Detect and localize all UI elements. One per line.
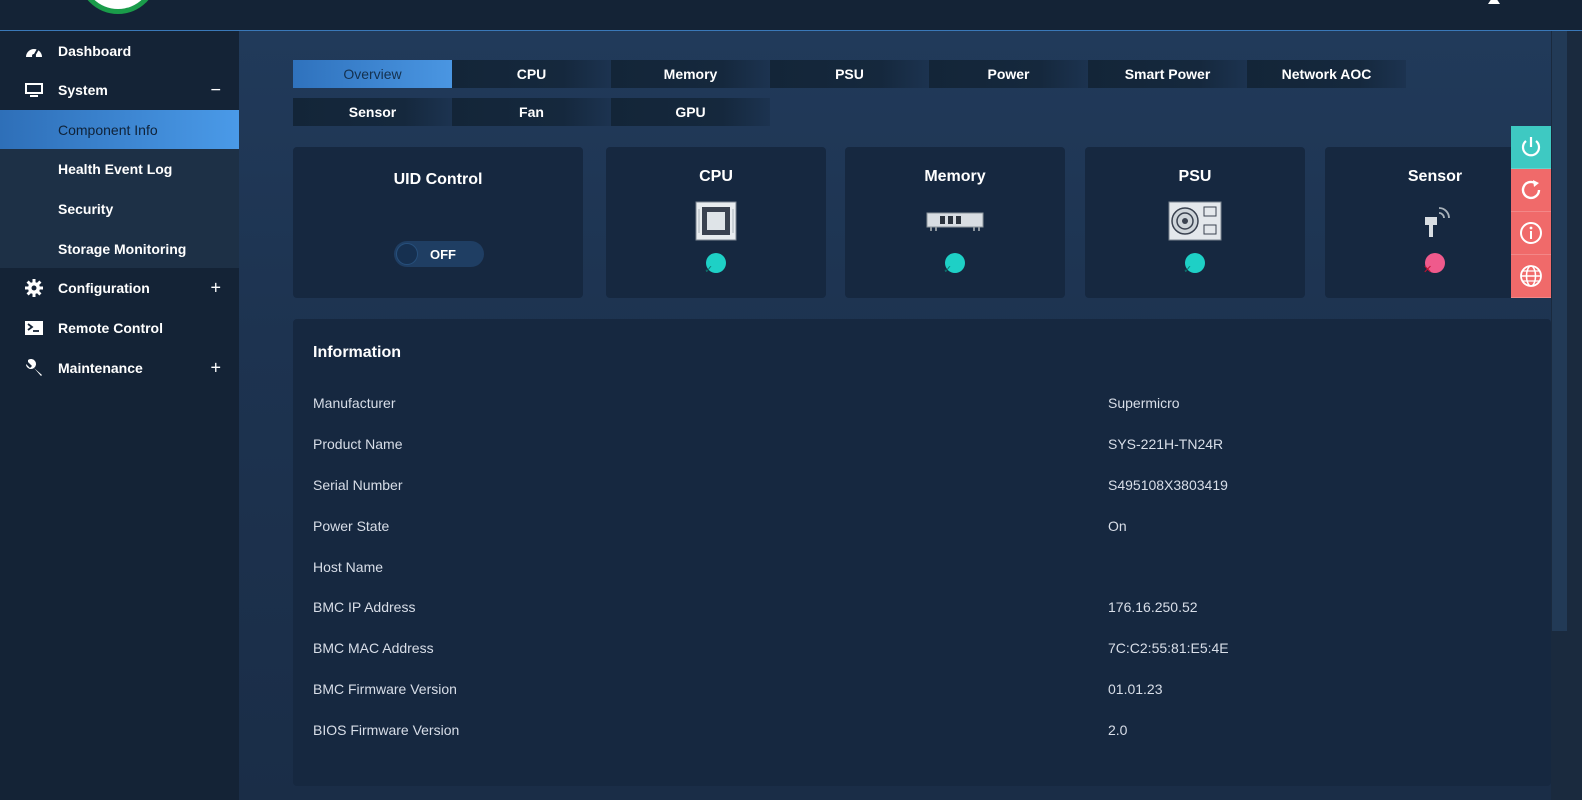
memory-module-icon: [926, 200, 984, 242]
info-key: BMC IP Address: [313, 599, 416, 615]
sidebar-item-storage-monitoring[interactable]: Storage Monitoring: [0, 229, 239, 269]
sidebar-item-configuration[interactable]: Configuration +: [0, 268, 239, 308]
sidebar-item-label: Configuration: [58, 280, 150, 297]
toggle-knob: [396, 243, 418, 265]
info-row-bmc-ip-address: BMC IP Address 176.16.250.52: [313, 599, 1533, 619]
tab-fan[interactable]: Fan: [452, 98, 611, 126]
tab-gpu[interactable]: GPU: [611, 98, 770, 126]
power-supply-icon: [1168, 200, 1222, 242]
refresh-icon: [1521, 180, 1541, 200]
quick-actions: [1511, 126, 1551, 298]
sidebar-item-component-info[interactable]: Component Info: [0, 109, 239, 150]
uid-state-label: OFF: [430, 247, 456, 262]
info-row-bios-firmware-version: BIOS Firmware Version 2.0: [313, 722, 1533, 742]
info-key: BMC Firmware Version: [313, 681, 457, 697]
sidebar-item-label: Maintenance: [58, 359, 143, 376]
info-row-host-name: Host Name: [313, 559, 1533, 579]
scrollbar-thumb[interactable]: [1552, 31, 1567, 631]
language-button[interactable]: [1511, 255, 1551, 298]
expand-icon[interactable]: +: [210, 357, 221, 378]
tab-cpu[interactable]: CPU: [452, 60, 611, 88]
panel-title: Information: [313, 344, 401, 361]
sidebar-item-security[interactable]: Security: [0, 189, 239, 229]
collapse-icon[interactable]: −: [210, 79, 221, 100]
info-button[interactable]: [1511, 212, 1551, 255]
sensor-icon: [1417, 200, 1453, 242]
cpu-chip-icon: [695, 200, 737, 242]
tab-memory[interactable]: Memory: [611, 60, 770, 88]
memory-card[interactable]: Memory ✓: [845, 147, 1065, 298]
info-row-power-state: Power State On: [313, 518, 1533, 538]
tab-power[interactable]: Power: [929, 60, 1088, 88]
expand-icon[interactable]: +: [210, 278, 221, 299]
info-key: Product Name: [313, 436, 403, 452]
card-title: CPU: [699, 168, 733, 185]
sidebar-item-label: Dashboard: [58, 42, 132, 59]
info-row-bmc-mac-address: BMC MAC Address 7C:C2:55:81:E5:4E: [313, 640, 1533, 660]
component-tabs: Overview CPU Memory PSU Power Smart Powe…: [293, 60, 1406, 136]
terminal-icon: [24, 318, 44, 338]
card-title: Memory: [924, 168, 986, 185]
info-value: Supermicro: [1108, 395, 1180, 411]
cpu-card[interactable]: CPU ✓: [606, 147, 826, 298]
power-icon: [1521, 137, 1541, 157]
user-icon[interactable]: [1487, 0, 1501, 4]
info-value: SYS-221H-TN24R: [1108, 436, 1224, 452]
info-value: 176.16.250.52: [1108, 599, 1198, 615]
gear-icon: [24, 278, 44, 298]
info-value: 01.01.23: [1108, 681, 1163, 697]
info-row-product-name: Product Name SYS-221H-TN24R: [313, 436, 1533, 456]
main-content: Overview CPU Memory PSU Power Smart Powe…: [239, 31, 1551, 800]
system-submenu: Component Info Health Event Log Security…: [0, 109, 239, 269]
info-value: 2.0: [1108, 722, 1128, 738]
info-key: Host Name: [313, 559, 384, 575]
sidebar-item-label: System: [58, 81, 108, 98]
wrench-icon: [24, 358, 44, 378]
sidebar-item-dashboard[interactable]: Dashboard: [0, 31, 239, 70]
power-button[interactable]: [1511, 126, 1551, 169]
info-icon: [1520, 222, 1542, 244]
info-key: BMC MAC Address: [313, 640, 434, 656]
psu-card[interactable]: PSU ✓: [1085, 147, 1305, 298]
tab-overview[interactable]: Overview: [293, 60, 452, 88]
info-row-serial-number: Serial Number S495108X3803419: [313, 477, 1533, 497]
status-ok-indicator: ✓: [704, 253, 726, 276]
info-row-bmc-firmware-version: BMC Firmware Version 01.01.23: [313, 681, 1533, 701]
uid-control-card: UID Control OFF: [293, 147, 583, 298]
tab-sensor[interactable]: Sensor: [293, 98, 452, 126]
status-ok-indicator: ✓: [1183, 253, 1205, 276]
uid-toggle[interactable]: OFF: [394, 241, 484, 267]
sidebar-item-maintenance[interactable]: Maintenance +: [0, 348, 239, 388]
info-key: Power State: [313, 518, 390, 534]
sidebar-item-remote-control[interactable]: Remote Control: [0, 308, 239, 348]
status-ok-indicator: ✓: [943, 253, 965, 276]
info-value: On: [1108, 518, 1127, 534]
info-key: Manufacturer: [313, 395, 396, 411]
information-panel: Information Manufacturer Supermicro Prod…: [293, 319, 1551, 786]
sidebar-item-system[interactable]: System −: [0, 70, 239, 110]
card-title: UID Control: [393, 171, 483, 188]
sidebar-item-health-event-log[interactable]: Health Event Log: [0, 149, 239, 189]
sidebar: Dashboard System − Component Info Health…: [0, 31, 239, 800]
monitor-icon: [24, 80, 44, 100]
tab-network-aoc[interactable]: Network AOC: [1247, 60, 1406, 88]
refresh-button[interactable]: [1511, 169, 1551, 212]
tab-psu[interactable]: PSU: [770, 60, 929, 88]
card-title: PSU: [1178, 168, 1212, 185]
top-header: [0, 0, 1582, 31]
tab-smart-power[interactable]: Smart Power: [1088, 60, 1247, 88]
info-key: Serial Number: [313, 477, 403, 493]
sidebar-item-label: Remote Control: [58, 319, 163, 336]
info-key: BIOS Firmware Version: [313, 722, 460, 738]
supermicro-logo[interactable]: [78, 0, 158, 14]
gauge-icon: [24, 41, 44, 61]
info-value: S495108X3803419: [1108, 477, 1228, 493]
status-error-indicator: ✕: [1423, 253, 1445, 276]
card-title: Sensor: [1407, 168, 1463, 185]
info-row-manufacturer: Manufacturer Supermicro: [313, 395, 1533, 415]
globe-icon: [1520, 265, 1542, 287]
info-value: 7C:C2:55:81:E5:4E: [1108, 640, 1229, 656]
